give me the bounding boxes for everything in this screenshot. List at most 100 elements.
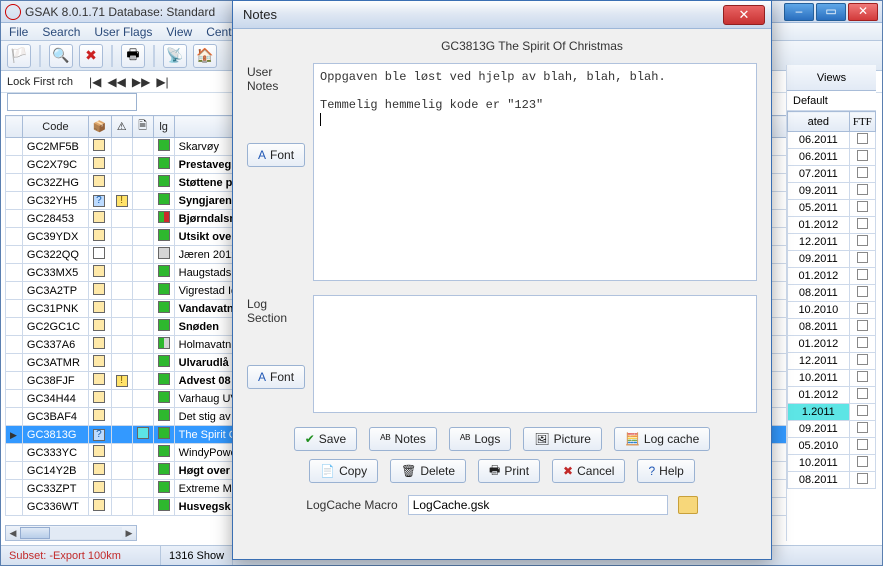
min-button[interactable]: – (784, 3, 814, 21)
delete-button[interactable]: 🗑Delete (390, 459, 466, 483)
hscrollbar[interactable]: ◀ ▶ (5, 525, 137, 541)
checkbox[interactable] (857, 405, 868, 416)
table-row[interactable]: 10.2011 (788, 370, 876, 387)
save-button[interactable]: ✔Save (294, 427, 357, 451)
max-button[interactable]: ▭ (816, 3, 846, 21)
checkbox[interactable] (857, 337, 868, 348)
views-default[interactable]: Default (787, 91, 876, 111)
checkbox[interactable] (857, 235, 868, 246)
col-ftf[interactable]: FTF (849, 112, 875, 132)
checkbox[interactable] (857, 150, 868, 161)
table-row[interactable]: 05.2011 (788, 200, 876, 217)
log-icon (158, 499, 170, 511)
checkbox[interactable] (857, 252, 868, 263)
table-row[interactable]: 01.2012 (788, 268, 876, 285)
checkbox[interactable] (857, 286, 868, 297)
col-note-icon[interactable]: 🗎 (132, 116, 153, 138)
checkbox[interactable] (857, 201, 868, 212)
table-row[interactable]: 01.2012 (788, 336, 876, 353)
col-type-icon[interactable]: 📦 (88, 116, 111, 138)
table-row[interactable]: 1.2011 (788, 404, 876, 421)
table-row[interactable]: 05.2010 (788, 438, 876, 455)
copy-icon: 📄 (320, 464, 335, 478)
table-row[interactable]: 01.2012 (788, 387, 876, 404)
tb-search-icon[interactable]: 🔍 (49, 44, 73, 68)
print-button[interactable]: 🖶Print (478, 459, 540, 483)
menu-search[interactable]: Search (42, 25, 80, 39)
help-button[interactable]: ?Help (637, 459, 694, 483)
checkbox[interactable] (857, 184, 868, 195)
col-ated[interactable]: ated (788, 112, 850, 132)
checkbox[interactable] (857, 303, 868, 314)
nav-first-icon[interactable]: |◀ (89, 75, 101, 89)
cancel-button[interactable]: ✖Cancel (552, 459, 625, 483)
font-button-usernotes[interactable]: AFont (247, 143, 305, 167)
checkbox[interactable] (857, 320, 868, 331)
log-icon (158, 247, 170, 259)
font-icon: A (258, 148, 266, 162)
macro-input[interactable] (408, 495, 668, 515)
table-row[interactable]: 09.2011 (788, 421, 876, 438)
table-row[interactable]: 10.2011 (788, 455, 876, 472)
table-row[interactable]: 07.2011 (788, 166, 876, 183)
checkbox[interactable] (857, 473, 868, 484)
tb-home-icon[interactable]: 🏠 (193, 44, 217, 68)
tb-gps-icon[interactable]: 📡 (163, 44, 187, 68)
table-row[interactable]: 06.2011 (788, 132, 876, 149)
scroll-thumb[interactable] (20, 527, 50, 539)
table-row[interactable]: 12.2011 (788, 234, 876, 251)
abc-icon: ᴬᴮ (380, 432, 390, 446)
table-row[interactable]: 01.2012 (788, 217, 876, 234)
col-code[interactable]: Code (22, 116, 88, 138)
help-icon: ? (648, 464, 655, 478)
checkbox[interactable] (857, 218, 868, 229)
menu-userflags[interactable]: User Flags (94, 25, 152, 39)
checkbox[interactable] (857, 371, 868, 382)
col-lg[interactable]: lg (153, 116, 174, 138)
notes-dialog: Notes ✕ GC3813G The Spirit Of Christmas … (232, 0, 772, 560)
logs-button[interactable]: ᴬᴮLogs (449, 427, 511, 451)
lock-input[interactable] (7, 93, 137, 111)
copy-button[interactable]: 📄Copy (309, 459, 378, 483)
user-notes-label: User Notes (247, 63, 301, 93)
tb-delete-icon[interactable]: ✖ (79, 44, 103, 68)
nav-next-icon[interactable]: ▶▶ (132, 75, 150, 89)
checkbox[interactable] (857, 133, 868, 144)
close-button-main[interactable]: ✕ (848, 3, 878, 21)
nav-last-icon[interactable]: ▶| (156, 75, 168, 89)
checkbox[interactable] (857, 456, 868, 467)
type-icon (93, 283, 105, 295)
checkbox[interactable] (857, 422, 868, 433)
tb-print-icon[interactable]: 🖶 (121, 44, 145, 68)
table-row[interactable]: 08.2011 (788, 285, 876, 302)
logcache-button[interactable]: 🧮Log cache (614, 427, 710, 451)
table-row[interactable]: 08.2011 (788, 472, 876, 489)
nav-prev-icon[interactable]: ◀◀ (107, 75, 125, 89)
table-row[interactable]: 12.2011 (788, 353, 876, 370)
dialog-titlebar[interactable]: Notes ✕ (233, 1, 771, 29)
log-section-textarea[interactable] (313, 295, 757, 413)
user-notes-textarea[interactable]: Oppgaven ble løst ved hjelp av blah, bla… (313, 63, 757, 281)
table-row[interactable]: 10.2010 (788, 302, 876, 319)
checkbox[interactable] (857, 354, 868, 365)
scroll-left-icon[interactable]: ◀ (6, 528, 20, 539)
table-row[interactable]: 06.2011 (788, 149, 876, 166)
menu-view[interactable]: View (166, 25, 192, 39)
table-row[interactable]: 09.2011 (788, 183, 876, 200)
log-icon (158, 139, 170, 151)
font-button-logsection[interactable]: AFont (247, 365, 305, 389)
table-row[interactable]: 08.2011 (788, 319, 876, 336)
folder-icon[interactable] (678, 496, 698, 514)
table-row[interactable]: 09.2011 (788, 251, 876, 268)
checkbox[interactable] (857, 269, 868, 280)
scroll-right-icon[interactable]: ▶ (122, 528, 136, 539)
checkbox[interactable] (857, 167, 868, 178)
checkbox[interactable] (857, 388, 868, 399)
picture-button[interactable]: 🖼Picture (523, 427, 602, 451)
col-warn-icon[interactable]: ⚠ (111, 116, 132, 138)
tb-flag-icon[interactable]: 🏳️ (7, 44, 31, 68)
menu-file[interactable]: File (9, 25, 28, 39)
notes-button[interactable]: ᴬᴮNotes (369, 427, 437, 451)
dialog-close-button[interactable]: ✕ (723, 5, 765, 25)
checkbox[interactable] (857, 439, 868, 450)
